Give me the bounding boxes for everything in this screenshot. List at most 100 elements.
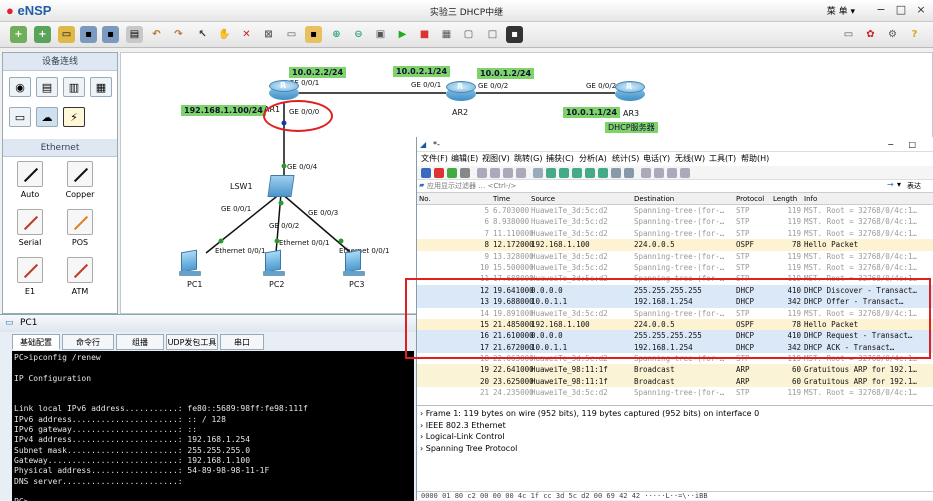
options-icon[interactable] <box>460 168 470 178</box>
cable-atm-icon[interactable] <box>67 257 93 283</box>
goto-icon[interactable] <box>572 168 582 178</box>
pc-category-icon[interactable]: ▭ <box>9 107 31 127</box>
redo-icon[interactable]: ↷ <box>170 26 187 43</box>
undo-icon[interactable]: ↶ <box>148 26 165 43</box>
router-ar1[interactable]: R <box>269 80 299 102</box>
cable-auto-icon[interactable] <box>17 161 43 187</box>
save-icon[interactable]: ▪ <box>80 26 97 43</box>
minimize-icon[interactable]: − <box>872 2 890 18</box>
pc-pc3[interactable] <box>343 249 365 277</box>
back-icon[interactable] <box>546 168 556 178</box>
packet-row[interactable]: 8 12.172000 192.168.1.100 224.0.0.5 OSPF 78 He… <box>417 239 933 251</box>
router-ar3[interactable]: R <box>615 81 645 103</box>
menu-telephony[interactable]: 电话(Y) <box>643 152 670 166</box>
tab-basic-config[interactable]: 基础配置 <box>12 334 60 350</box>
col-destination[interactable]: Destination <box>634 193 674 205</box>
save-file-icon[interactable] <box>490 168 500 178</box>
tab-command-line[interactable]: 命令行 <box>62 334 114 350</box>
wireless-category-icon[interactable]: ▥ <box>63 77 85 97</box>
switch-lsw1[interactable] <box>267 175 295 197</box>
palette-icon[interactable]: ▪ <box>305 26 322 43</box>
capture-icon[interactable]: ▦ <box>438 26 455 43</box>
packet-row[interactable]: 19 22.641000 HuaweiTe_98:11:1f Broadcast ARP… <box>417 364 933 376</box>
select-icon[interactable]: ↖ <box>194 26 211 43</box>
minimize-icon[interactable]: − <box>887 137 894 152</box>
reload-icon[interactable] <box>516 168 526 178</box>
packet-row[interactable]: 20 23.625000 HuaweiTe_98:11:1f Broadcast ARP… <box>417 375 933 388</box>
main-menu-button[interactable]: 菜 单 ▾ <box>827 4 855 17</box>
open-icon[interactable]: ▭ <box>58 26 75 43</box>
start-capture-icon[interactable] <box>421 168 431 178</box>
new-topology-icon[interactable]: + <box>10 26 27 43</box>
zoom-reset-icon[interactable] <box>667 168 677 178</box>
stop-capture-icon[interactable] <box>434 168 444 178</box>
packet-row[interactable]: 5 6.703000 HuaweiTe_3d:5c:d2 Spanning-tree-… <box>417 205 933 217</box>
cloud-category-icon[interactable]: ☁ <box>36 107 58 127</box>
restart-capture-icon[interactable] <box>447 168 457 178</box>
col-time[interactable]: Time <box>493 193 510 205</box>
zoom-out-icon[interactable]: ⊖ <box>350 26 367 43</box>
hand-icon[interactable]: ✋ <box>216 26 233 43</box>
menu-help[interactable]: 帮助(H) <box>741 152 769 166</box>
detail-row[interactable]: › Logical-Link Control <box>417 431 933 443</box>
switch-category-icon[interactable]: ▤ <box>36 77 58 97</box>
display-filter-input[interactable]: 应用显示过滤器 … <Ctrl-/> <box>427 181 887 192</box>
tab-serial[interactable]: 串口 <box>220 334 264 350</box>
menu-capture[interactable]: 捕获(C) <box>546 152 574 166</box>
command-console[interactable]: PC>ipconfig /renew IP Configuration Link l… <box>12 351 414 501</box>
firewall-category-icon[interactable]: ▦ <box>90 77 112 97</box>
colorize-icon[interactable] <box>624 168 634 178</box>
cable-category-icon[interactable]: ⚡ <box>63 107 85 127</box>
open-file-icon[interactable] <box>477 168 487 178</box>
fit-icon[interactable]: ▣ <box>372 26 389 43</box>
stop-icon[interactable]: ■ <box>416 26 433 43</box>
bookmark-icon[interactable]: ▰ <box>419 181 424 189</box>
cable-serial-icon[interactable] <box>17 209 43 235</box>
col-no[interactable]: No. <box>419 193 431 205</box>
col-length[interactable]: Length <box>773 193 797 205</box>
new-lab-icon[interactable]: + <box>34 26 51 43</box>
terminal-icon[interactable]: ▪ <box>506 26 523 43</box>
close-file-icon[interactable] <box>503 168 513 178</box>
detail-row[interactable]: › IEEE 802.3 Ethernet <box>417 420 933 432</box>
filter-dropdown-icon[interactable]: ▾ <box>897 180 901 189</box>
maximize-icon[interactable]: □ <box>908 137 916 152</box>
menu-file[interactable]: 文件(F) <box>421 152 448 166</box>
delete-all-icon[interactable]: ⊠ <box>260 26 277 43</box>
cli-icon[interactable]: ▢ <box>460 26 477 43</box>
tab-udp-tool[interactable]: UDP发包工具 <box>166 334 218 350</box>
detail-row[interactable]: › Frame 1: 119 bytes on wire (952 bits),… <box>417 408 933 420</box>
packet-row[interactable]: 7 11.110000 HuaweiTe_3d:5c:d2 Spanning-tree… <box>417 227 933 240</box>
text-icon[interactable]: ▭ <box>283 26 300 43</box>
packet-row[interactable]: 10 15.500000 HuaweiTe_3d:5c:d2 Spanning-tre… <box>417 261 933 274</box>
packet-row[interactable]: 21 24.235000 HuaweiTe_3d:5c:d2 Spanning-tre… <box>417 387 933 399</box>
first-icon[interactable] <box>585 168 595 178</box>
autoscroll-icon[interactable] <box>611 168 621 178</box>
router-category-icon[interactable]: ◉ <box>9 77 31 97</box>
save-as-icon[interactable]: ▪ <box>102 26 119 43</box>
col-source[interactable]: Source <box>531 193 555 205</box>
find-icon[interactable] <box>533 168 543 178</box>
settings-icon[interactable]: ⚙ <box>884 26 901 43</box>
packet-row[interactable]: 6 8.938000 HuaweiTe_3d:5c:d2 Spanning-tree-… <box>417 216 933 228</box>
zoom-in-icon[interactable]: ⊕ <box>328 26 345 43</box>
pc-pc1[interactable] <box>179 249 201 277</box>
delete-icon[interactable]: ✕ <box>238 26 255 43</box>
col-info[interactable]: Info <box>804 193 817 205</box>
pc-pc2[interactable] <box>263 249 285 277</box>
apply-filter-icon[interactable]: → <box>887 180 894 189</box>
maximize-icon[interactable]: □ <box>892 2 910 18</box>
close-icon[interactable]: × <box>912 2 930 18</box>
menu-edit[interactable]: 编辑(E) <box>451 152 478 166</box>
cable-copper-icon[interactable] <box>67 161 93 187</box>
chat-icon[interactable]: ▭ <box>840 26 857 43</box>
forward-icon[interactable] <box>559 168 569 178</box>
zoom-out-icon[interactable] <box>654 168 664 178</box>
print-icon[interactable]: ▤ <box>126 26 143 43</box>
start-icon[interactable]: ▶ <box>394 26 411 43</box>
cable-pos-icon[interactable] <box>67 209 93 235</box>
menu-wireless[interactable]: 无线(W) <box>675 152 705 166</box>
zoom-in-icon[interactable] <box>641 168 651 178</box>
menu-analyze[interactable]: 分析(A) <box>579 152 607 166</box>
tab-multicast[interactable]: 组播 <box>116 334 164 350</box>
